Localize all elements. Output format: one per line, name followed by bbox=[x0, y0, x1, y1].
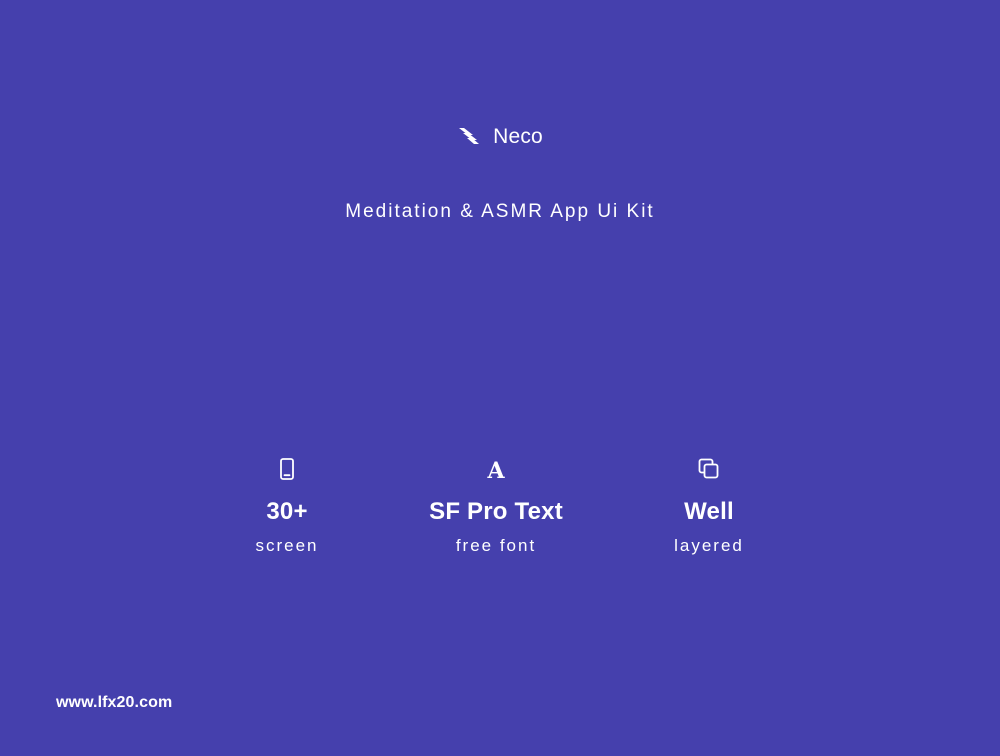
feature-subtitle: screen bbox=[255, 536, 319, 555]
feature-font: A SF Pro Text free font bbox=[386, 455, 606, 556]
brand-header: Neco bbox=[0, 121, 1000, 151]
feature-layered: Well layered bbox=[599, 455, 819, 556]
font-letter-glyph: A bbox=[487, 458, 505, 484]
striped-logo-icon bbox=[459, 128, 480, 144]
watermark-text: www.lfx20.com bbox=[56, 694, 173, 711]
feature-title: 30+ bbox=[266, 498, 308, 525]
feature-title: SF Pro Text bbox=[429, 498, 563, 525]
feature-subtitle: free font bbox=[455, 536, 537, 555]
feature-subtitle: layered bbox=[674, 536, 744, 555]
feature-screens: 30+ screen bbox=[177, 455, 397, 556]
font-letter-icon: A bbox=[386, 455, 606, 483]
layers-icon bbox=[599, 455, 819, 483]
feature-title: Well bbox=[684, 498, 734, 525]
brand-name: Neco bbox=[493, 124, 543, 148]
tagline: Meditation & ASMR App Ui Kit bbox=[345, 201, 655, 222]
smartphone-icon bbox=[177, 455, 397, 483]
